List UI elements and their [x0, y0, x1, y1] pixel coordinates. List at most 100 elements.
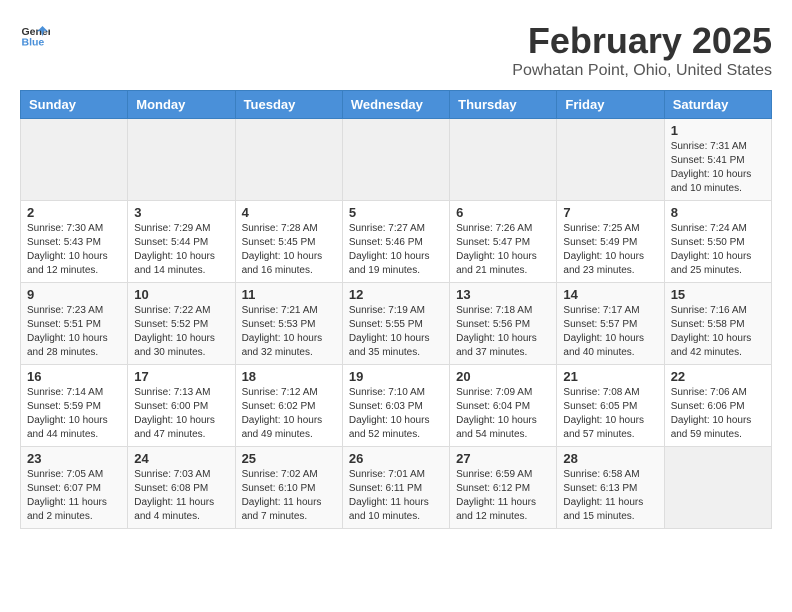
- day-info: Sunrise: 7:18 AMSunset: 5:56 PMDaylight:…: [456, 305, 537, 358]
- logo-icon: General Blue: [20, 20, 50, 50]
- day-info: Sunrise: 7:14 AMSunset: 5:59 PMDaylight:…: [27, 387, 108, 440]
- day-cell: 27 Sunrise: 6:59 AMSunset: 6:12 PMDaylig…: [450, 447, 557, 529]
- weekday-header-sunday: Sunday: [21, 91, 128, 119]
- day-cell: 25 Sunrise: 7:02 AMSunset: 6:10 PMDaylig…: [235, 447, 342, 529]
- weekday-header-row: SundayMondayTuesdayWednesdayThursdayFrid…: [21, 91, 772, 119]
- day-number: 26: [349, 451, 443, 466]
- day-info: Sunrise: 7:10 AMSunset: 6:03 PMDaylight:…: [349, 387, 430, 440]
- day-number: 12: [349, 287, 443, 302]
- day-cell: 19 Sunrise: 7:10 AMSunset: 6:03 PMDaylig…: [342, 365, 449, 447]
- day-cell: 18 Sunrise: 7:12 AMSunset: 6:02 PMDaylig…: [235, 365, 342, 447]
- day-number: 19: [349, 369, 443, 384]
- day-cell: 26 Sunrise: 7:01 AMSunset: 6:11 PMDaylig…: [342, 447, 449, 529]
- day-cell: [450, 119, 557, 201]
- day-cell: [342, 119, 449, 201]
- week-row-4: 16 Sunrise: 7:14 AMSunset: 5:59 PMDaylig…: [21, 365, 772, 447]
- day-info: Sunrise: 7:19 AMSunset: 5:55 PMDaylight:…: [349, 305, 430, 358]
- calendar-table: SundayMondayTuesdayWednesdayThursdayFrid…: [20, 90, 772, 529]
- day-number: 16: [27, 369, 121, 384]
- title-block: February 2025 Powhatan Point, Ohio, Unit…: [512, 20, 772, 80]
- day-cell: [557, 119, 664, 201]
- day-number: 9: [27, 287, 121, 302]
- day-info: Sunrise: 7:25 AMSunset: 5:49 PMDaylight:…: [563, 223, 644, 276]
- day-info: Sunrise: 7:31 AMSunset: 5:41 PMDaylight:…: [671, 141, 752, 194]
- day-number: 25: [242, 451, 336, 466]
- day-cell: 17 Sunrise: 7:13 AMSunset: 6:00 PMDaylig…: [128, 365, 235, 447]
- day-cell: 10 Sunrise: 7:22 AMSunset: 5:52 PMDaylig…: [128, 283, 235, 365]
- day-cell: 7 Sunrise: 7:25 AMSunset: 5:49 PMDayligh…: [557, 201, 664, 283]
- day-cell: 6 Sunrise: 7:26 AMSunset: 5:47 PMDayligh…: [450, 201, 557, 283]
- day-number: 1: [671, 123, 765, 138]
- day-cell: 2 Sunrise: 7:30 AMSunset: 5:43 PMDayligh…: [21, 201, 128, 283]
- day-number: 21: [563, 369, 657, 384]
- day-cell: 22 Sunrise: 7:06 AMSunset: 6:06 PMDaylig…: [664, 365, 771, 447]
- week-row-5: 23 Sunrise: 7:05 AMSunset: 6:07 PMDaylig…: [21, 447, 772, 529]
- day-info: Sunrise: 7:21 AMSunset: 5:53 PMDaylight:…: [242, 305, 323, 358]
- day-info: Sunrise: 7:08 AMSunset: 6:05 PMDaylight:…: [563, 387, 644, 440]
- day-info: Sunrise: 7:27 AMSunset: 5:46 PMDaylight:…: [349, 223, 430, 276]
- day-number: 20: [456, 369, 550, 384]
- day-number: 6: [456, 205, 550, 220]
- day-info: Sunrise: 7:16 AMSunset: 5:58 PMDaylight:…: [671, 305, 752, 358]
- day-info: Sunrise: 7:28 AMSunset: 5:45 PMDaylight:…: [242, 223, 323, 276]
- day-info: Sunrise: 7:22 AMSunset: 5:52 PMDaylight:…: [134, 305, 215, 358]
- day-cell: [21, 119, 128, 201]
- day-info: Sunrise: 7:30 AMSunset: 5:43 PMDaylight:…: [27, 223, 108, 276]
- day-number: 10: [134, 287, 228, 302]
- day-info: Sunrise: 7:29 AMSunset: 5:44 PMDaylight:…: [134, 223, 215, 276]
- day-cell: 4 Sunrise: 7:28 AMSunset: 5:45 PMDayligh…: [235, 201, 342, 283]
- day-number: 14: [563, 287, 657, 302]
- weekday-header-thursday: Thursday: [450, 91, 557, 119]
- weekday-header-friday: Friday: [557, 91, 664, 119]
- weekday-header-wednesday: Wednesday: [342, 91, 449, 119]
- day-number: 4: [242, 205, 336, 220]
- day-number: 18: [242, 369, 336, 384]
- day-cell: 20 Sunrise: 7:09 AMSunset: 6:04 PMDaylig…: [450, 365, 557, 447]
- day-cell: 16 Sunrise: 7:14 AMSunset: 5:59 PMDaylig…: [21, 365, 128, 447]
- weekday-header-monday: Monday: [128, 91, 235, 119]
- day-cell: [128, 119, 235, 201]
- weekday-header-tuesday: Tuesday: [235, 91, 342, 119]
- day-info: Sunrise: 7:26 AMSunset: 5:47 PMDaylight:…: [456, 223, 537, 276]
- location-subtitle: Powhatan Point, Ohio, United States: [512, 62, 772, 80]
- day-cell: [235, 119, 342, 201]
- day-cell: 24 Sunrise: 7:03 AMSunset: 6:08 PMDaylig…: [128, 447, 235, 529]
- day-number: 23: [27, 451, 121, 466]
- day-number: 22: [671, 369, 765, 384]
- day-cell: 28 Sunrise: 6:58 AMSunset: 6:13 PMDaylig…: [557, 447, 664, 529]
- week-row-2: 2 Sunrise: 7:30 AMSunset: 5:43 PMDayligh…: [21, 201, 772, 283]
- day-cell: 14 Sunrise: 7:17 AMSunset: 5:57 PMDaylig…: [557, 283, 664, 365]
- day-info: Sunrise: 6:58 AMSunset: 6:13 PMDaylight:…: [563, 469, 643, 522]
- day-number: 7: [563, 205, 657, 220]
- day-info: Sunrise: 7:23 AMSunset: 5:51 PMDaylight:…: [27, 305, 108, 358]
- day-cell: 13 Sunrise: 7:18 AMSunset: 5:56 PMDaylig…: [450, 283, 557, 365]
- day-number: 8: [671, 205, 765, 220]
- svg-text:Blue: Blue: [22, 37, 45, 49]
- day-info: Sunrise: 7:02 AMSunset: 6:10 PMDaylight:…: [242, 469, 322, 522]
- day-info: Sunrise: 7:01 AMSunset: 6:11 PMDaylight:…: [349, 469, 429, 522]
- day-cell: 21 Sunrise: 7:08 AMSunset: 6:05 PMDaylig…: [557, 365, 664, 447]
- weekday-header-saturday: Saturday: [664, 91, 771, 119]
- day-number: 11: [242, 287, 336, 302]
- page-header: General Blue February 2025 Powhatan Poin…: [20, 20, 772, 80]
- day-cell: 9 Sunrise: 7:23 AMSunset: 5:51 PMDayligh…: [21, 283, 128, 365]
- day-info: Sunrise: 7:12 AMSunset: 6:02 PMDaylight:…: [242, 387, 323, 440]
- day-cell: 3 Sunrise: 7:29 AMSunset: 5:44 PMDayligh…: [128, 201, 235, 283]
- day-info: Sunrise: 7:17 AMSunset: 5:57 PMDaylight:…: [563, 305, 644, 358]
- week-row-3: 9 Sunrise: 7:23 AMSunset: 5:51 PMDayligh…: [21, 283, 772, 365]
- day-number: 5: [349, 205, 443, 220]
- day-cell: 11 Sunrise: 7:21 AMSunset: 5:53 PMDaylig…: [235, 283, 342, 365]
- week-row-1: 1 Sunrise: 7:31 AMSunset: 5:41 PMDayligh…: [21, 119, 772, 201]
- day-number: 24: [134, 451, 228, 466]
- day-info: Sunrise: 7:05 AMSunset: 6:07 PMDaylight:…: [27, 469, 107, 522]
- day-cell: 1 Sunrise: 7:31 AMSunset: 5:41 PMDayligh…: [664, 119, 771, 201]
- day-info: Sunrise: 7:06 AMSunset: 6:06 PMDaylight:…: [671, 387, 752, 440]
- day-number: 2: [27, 205, 121, 220]
- day-cell: 8 Sunrise: 7:24 AMSunset: 5:50 PMDayligh…: [664, 201, 771, 283]
- day-number: 27: [456, 451, 550, 466]
- day-info: Sunrise: 7:13 AMSunset: 6:00 PMDaylight:…: [134, 387, 215, 440]
- day-cell: 15 Sunrise: 7:16 AMSunset: 5:58 PMDaylig…: [664, 283, 771, 365]
- day-info: Sunrise: 7:03 AMSunset: 6:08 PMDaylight:…: [134, 469, 214, 522]
- day-info: Sunrise: 7:09 AMSunset: 6:04 PMDaylight:…: [456, 387, 537, 440]
- logo: General Blue: [20, 20, 50, 50]
